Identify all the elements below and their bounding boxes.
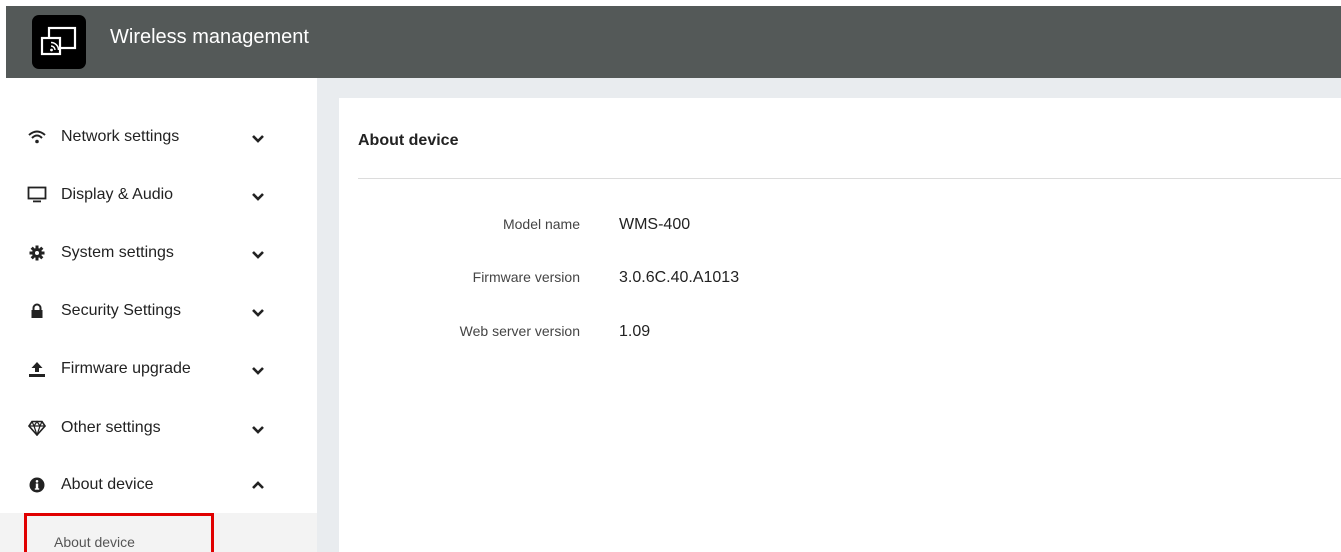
sidebar-item-system-settings[interactable]: System settings bbox=[0, 231, 317, 275]
sidebar-item-label: Firmware upgrade bbox=[61, 360, 191, 377]
about-device-panel: About device Model name WMS-400 Firmware… bbox=[339, 98, 1341, 552]
info-value: 1.09 bbox=[619, 323, 651, 340]
info-row-firmware-version: Firmware version 3.0.6C.40.A1013 bbox=[339, 269, 1341, 293]
sidebar-item-label: Network settings bbox=[61, 128, 180, 145]
info-label: Firmware version bbox=[472, 269, 580, 285]
info-row-web-server-version: Web server version 1.09 bbox=[339, 323, 1341, 347]
info-icon bbox=[27, 475, 47, 495]
sidebar-item-display-audio[interactable]: Display & Audio bbox=[0, 173, 317, 217]
sidebar-item-firmware-upgrade[interactable]: Firmware upgrade bbox=[0, 347, 317, 391]
sidebar-item-label: About device bbox=[61, 476, 154, 493]
chevron-down-icon[interactable] bbox=[249, 420, 267, 438]
info-label: Model name bbox=[502, 216, 580, 232]
chevron-down-icon[interactable] bbox=[249, 245, 267, 263]
chevron-up-icon[interactable] bbox=[249, 477, 267, 495]
chevron-down-icon[interactable] bbox=[249, 303, 267, 321]
sidebar-item-about-device[interactable]: About device bbox=[0, 463, 317, 507]
upload-icon bbox=[27, 359, 47, 379]
monitor-icon bbox=[27, 185, 47, 205]
info-label: Web server version bbox=[459, 323, 580, 339]
app-title: Wireless management bbox=[110, 26, 309, 48]
sidebar-item-other-settings[interactable]: Other settings bbox=[0, 406, 317, 450]
wifi-icon bbox=[27, 127, 47, 147]
sidebar-item-network-settings[interactable]: Network settings bbox=[0, 115, 317, 159]
page-title: About device bbox=[358, 132, 459, 149]
sidebar-item-label: System settings bbox=[61, 244, 174, 261]
sidebar-item-label: Display & Audio bbox=[61, 186, 174, 203]
info-value: 3.0.6C.40.A1013 bbox=[619, 269, 740, 286]
sidebar: Network settings Display & Audio System … bbox=[0, 78, 317, 552]
divider bbox=[358, 178, 1341, 179]
lock-icon bbox=[27, 301, 47, 321]
gear-icon bbox=[27, 243, 47, 263]
chevron-down-icon[interactable] bbox=[249, 361, 267, 379]
sidebar-subitem-label: About device bbox=[54, 534, 135, 550]
header-bar: Wireless management bbox=[6, 6, 1341, 78]
sidebar-item-label: Security Settings bbox=[61, 302, 182, 319]
chevron-down-icon[interactable] bbox=[249, 187, 267, 205]
sidebar-subitem-about-device[interactable]: About device bbox=[0, 513, 317, 552]
info-value: WMS-400 bbox=[619, 216, 691, 233]
diamond-icon bbox=[27, 418, 47, 438]
info-row-model-name: Model name WMS-400 bbox=[339, 216, 1341, 240]
chevron-down-icon[interactable] bbox=[249, 129, 267, 147]
screen-cast-icon bbox=[32, 15, 86, 69]
sidebar-item-label: Other settings bbox=[61, 419, 161, 436]
sidebar-item-security-settings[interactable]: Security Settings bbox=[0, 289, 317, 333]
